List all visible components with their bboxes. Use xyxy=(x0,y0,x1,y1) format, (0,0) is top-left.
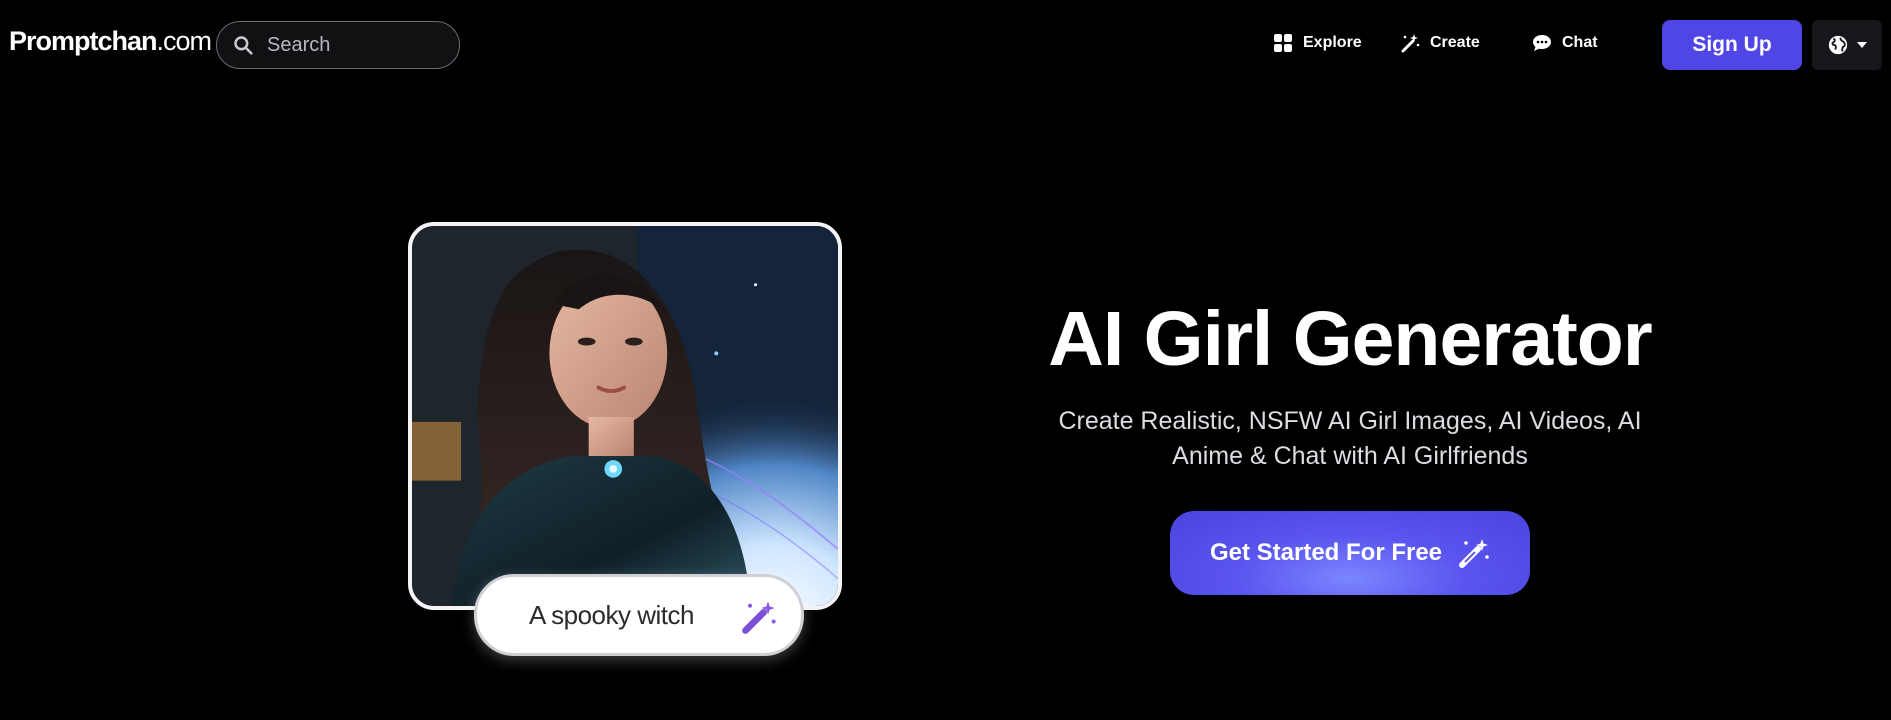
search-box[interactable] xyxy=(216,21,460,69)
chevron-down-icon xyxy=(1857,42,1867,48)
nav-explore-label: Explore xyxy=(1303,34,1362,51)
nav-chat-label: Chat xyxy=(1562,34,1598,51)
nav-chat[interactable]: Chat xyxy=(1532,33,1598,53)
site-logo[interactable]: Promptchan.com xyxy=(9,26,213,57)
ai-girl-portrait-image xyxy=(412,226,838,606)
hero-title: AI Girl Generator xyxy=(1048,296,1652,382)
search-input[interactable] xyxy=(267,33,437,57)
globe-icon xyxy=(1828,35,1848,55)
nav-create-label: Create xyxy=(1430,34,1480,51)
hero-subtitle: Create Realistic, NSFW AI Girl Images, A… xyxy=(1058,407,1642,470)
sign-up-button[interactable]: Sign Up xyxy=(1662,20,1802,70)
top-navbar: Promptchan.com Explore Create xyxy=(0,0,1891,92)
grid-icon xyxy=(1274,34,1292,52)
magic-wand-icon xyxy=(1401,34,1420,53)
hero-image-card xyxy=(408,222,842,610)
nav-explore[interactable]: Explore xyxy=(1273,33,1362,53)
language-selector[interactable] xyxy=(1812,20,1882,70)
magic-wand-icon xyxy=(1459,539,1489,568)
logo-main-text: Promptchan xyxy=(9,26,158,56)
prompt-example-pill: A spooky witch xyxy=(474,574,804,656)
prompt-example-text: A spooky witch xyxy=(529,599,694,630)
magic-wand-icon xyxy=(742,601,776,634)
get-started-button[interactable]: Get Started For Free xyxy=(1170,511,1530,595)
get-started-label: Get Started For Free xyxy=(1209,539,1443,566)
chat-bubble-icon xyxy=(1533,35,1551,51)
nav-create[interactable]: Create xyxy=(1400,33,1480,53)
logo-suffix-text: .com xyxy=(156,26,213,56)
search-icon xyxy=(234,36,253,55)
